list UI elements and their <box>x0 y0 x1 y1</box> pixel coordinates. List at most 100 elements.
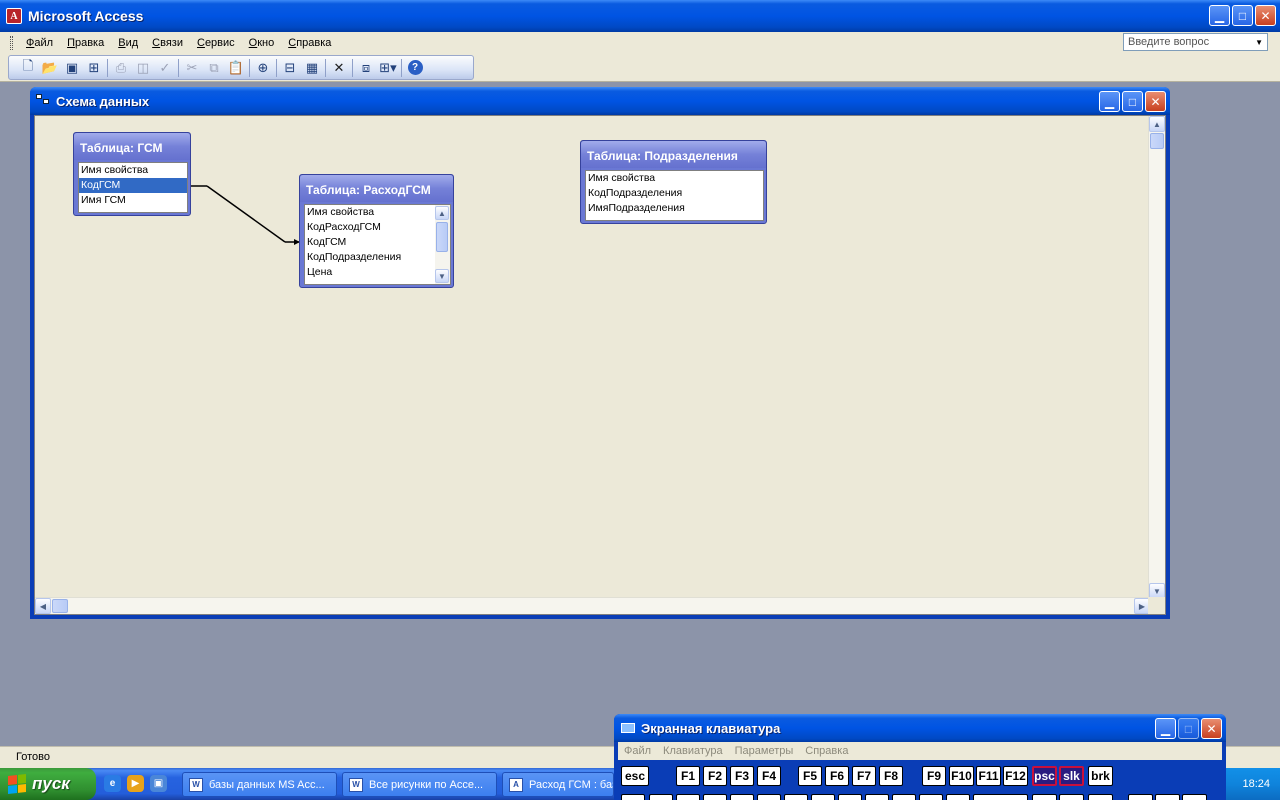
field-list-items[interactable]: Имя свойства КодГСМ Имя ГСМ <box>78 162 188 213</box>
direct-relations-icon[interactable]: ⊟ <box>279 58 301 78</box>
field-list-podrazdeleniya[interactable]: Таблица: Подразделения Имя свойства КодП… <box>580 140 767 224</box>
menu-relationships[interactable]: Связи <box>145 37 190 49</box>
horizontal-scrollbar[interactable]: ◀ ▶ <box>35 597 1150 614</box>
field-item[interactable]: КодГСМ <box>305 235 450 250</box>
key-f9[interactable]: F9 <box>922 766 946 786</box>
relationships-canvas[interactable]: Таблица: ГСМ Имя свойства КодГСМ Имя ГСМ… <box>34 115 1166 615</box>
key-row2[interactable] <box>1088 794 1113 800</box>
osk-maximize-button[interactable]: □ <box>1178 718 1199 739</box>
access-app-icon[interactable]: A <box>6 8 22 24</box>
internet-explorer-icon[interactable]: e <box>104 775 121 792</box>
field-item[interactable]: Имя ГСМ <box>79 193 187 208</box>
key-row2[interactable] <box>811 794 835 800</box>
osk-menu-file[interactable]: Файл <box>618 745 657 757</box>
field-list-items[interactable]: Имя свойства КодПодразделения ИмяПодразд… <box>585 170 764 221</box>
menu-edit[interactable]: Правка <box>60 37 111 49</box>
clock[interactable]: 18:24 <box>1242 778 1270 790</box>
delete-icon[interactable]: ✕ <box>328 58 350 78</box>
window-maximize-button[interactable]: □ <box>1122 91 1143 112</box>
key-row2[interactable] <box>621 794 645 800</box>
key-row2[interactable] <box>784 794 808 800</box>
copy-icon[interactable]: ⧉ <box>203 58 225 78</box>
key-f6[interactable]: F6 <box>825 766 849 786</box>
taskbar-task-word-1[interactable]: W базы данных MS Acc... <box>182 772 337 797</box>
window-close-button[interactable]: ✕ <box>1145 91 1166 112</box>
key-row2[interactable] <box>892 794 916 800</box>
field-item[interactable]: КодРасходГСМ <box>305 220 450 235</box>
database-window-icon[interactable]: ⧈ <box>355 58 377 78</box>
relationships-titlebar[interactable]: Схема данных ▁ □ ✕ <box>30 87 1170 115</box>
field-item[interactable]: КодГСМ <box>79 178 187 193</box>
menu-file[interactable]: Файл <box>19 37 60 49</box>
field-list-title[interactable]: Таблица: ГСМ <box>74 133 190 160</box>
key-row2[interactable] <box>946 794 970 800</box>
key-row2[interactable] <box>703 794 727 800</box>
key-row2[interactable] <box>919 794 943 800</box>
relationships-icon[interactable] <box>36 94 50 108</box>
key-row2[interactable] <box>973 794 1028 800</box>
osk-menu-help[interactable]: Справка <box>799 745 854 757</box>
key-esc[interactable]: esc <box>621 766 649 786</box>
key-f1[interactable]: F1 <box>676 766 700 786</box>
taskbar-task-word-2[interactable]: W Все рисунки по Acce... <box>342 772 497 797</box>
field-item[interactable]: КодПодразделения <box>305 250 450 265</box>
maximize-button[interactable]: □ <box>1232 5 1253 26</box>
print-icon[interactable]: ⎙ <box>110 58 132 78</box>
desktop-icon[interactable]: ▣ <box>150 775 167 792</box>
preview-icon[interactable]: ◫ <box>132 58 154 78</box>
osk-menu-keyboard[interactable]: Клавиатура <box>657 745 729 757</box>
key-f2[interactable]: F2 <box>703 766 727 786</box>
all-relations-icon[interactable]: ▦ <box>301 58 323 78</box>
key-row2[interactable] <box>757 794 781 800</box>
scroll-thumb[interactable] <box>436 222 448 252</box>
key-f8[interactable]: F8 <box>879 766 903 786</box>
scroll-up-button[interactable]: ▲ <box>435 206 449 220</box>
key-f7[interactable]: F7 <box>852 766 876 786</box>
scroll-down-button[interactable]: ▼ <box>435 269 449 283</box>
ask-question-input[interactable]: Введите вопрос ▼ <box>1123 33 1268 51</box>
menu-help[interactable]: Справка <box>281 37 338 49</box>
key-row2[interactable] <box>649 794 673 800</box>
close-button[interactable]: ✕ <box>1255 5 1276 26</box>
table-prop-icon[interactable]: ⊞ <box>83 58 105 78</box>
field-list-gsm[interactable]: Таблица: ГСМ Имя свойства КодГСМ Имя ГСМ <box>73 132 191 216</box>
key-row2[interactable] <box>838 794 862 800</box>
cut-icon[interactable]: ✂ <box>181 58 203 78</box>
osk-close-button[interactable]: ✕ <box>1201 718 1222 739</box>
key-row2[interactable] <box>1182 794 1207 800</box>
key-row2[interactable] <box>676 794 700 800</box>
key-f3[interactable]: F3 <box>730 766 754 786</box>
help-icon[interactable]: ? <box>404 58 426 78</box>
paste-icon[interactable]: 📋 <box>225 58 247 78</box>
field-item[interactable]: Имя свойства <box>586 171 763 186</box>
scroll-left-button[interactable]: ◀ <box>35 598 51 614</box>
menubar-grip[interactable] <box>10 36 13 50</box>
field-list-items[interactable]: Имя свойства КодРасходГСМ КодГСМ КодПодр… <box>304 204 451 285</box>
key-row2[interactable] <box>1059 794 1084 800</box>
field-list-title[interactable]: Таблица: Подразделения <box>581 141 766 168</box>
new-icon[interactable]: 🗋 <box>17 58 39 78</box>
chevron-down-icon[interactable]: ▼ <box>1255 38 1263 47</box>
new-object-icon[interactable]: ⊞▾ <box>377 58 399 78</box>
minimize-button[interactable]: ▁ <box>1209 5 1230 26</box>
key-f12[interactable]: F12 <box>1003 766 1028 786</box>
key-row2[interactable] <box>1155 794 1180 800</box>
field-item[interactable]: КодПодразделения <box>586 186 763 201</box>
app-titlebar[interactable]: A Microsoft Access ▁ □ ✕ <box>0 0 1280 32</box>
key-scroll-lock[interactable]: slk <box>1059 766 1084 786</box>
key-row2[interactable] <box>865 794 889 800</box>
field-item[interactable]: ИмяПодразделения <box>586 201 763 216</box>
field-item[interactable]: Имя свойства <box>79 163 187 178</box>
save-icon[interactable]: ▣ <box>61 58 83 78</box>
field-item[interactable]: Имя свойства <box>305 205 450 220</box>
vertical-scroll-thumb[interactable] <box>1150 133 1164 149</box>
menu-tools[interactable]: Сервис <box>190 37 242 49</box>
osk-menu-settings[interactable]: Параметры <box>729 745 800 757</box>
field-list-scrollbar[interactable]: ▲ ▼ <box>435 205 450 284</box>
key-break[interactable]: brk <box>1088 766 1113 786</box>
key-f10[interactable]: F10 <box>949 766 974 786</box>
menu-view[interactable]: Вид <box>111 37 145 49</box>
scroll-up-button[interactable]: ▲ <box>1149 116 1165 132</box>
window-minimize-button[interactable]: ▁ <box>1099 91 1120 112</box>
key-row2[interactable] <box>1128 794 1153 800</box>
